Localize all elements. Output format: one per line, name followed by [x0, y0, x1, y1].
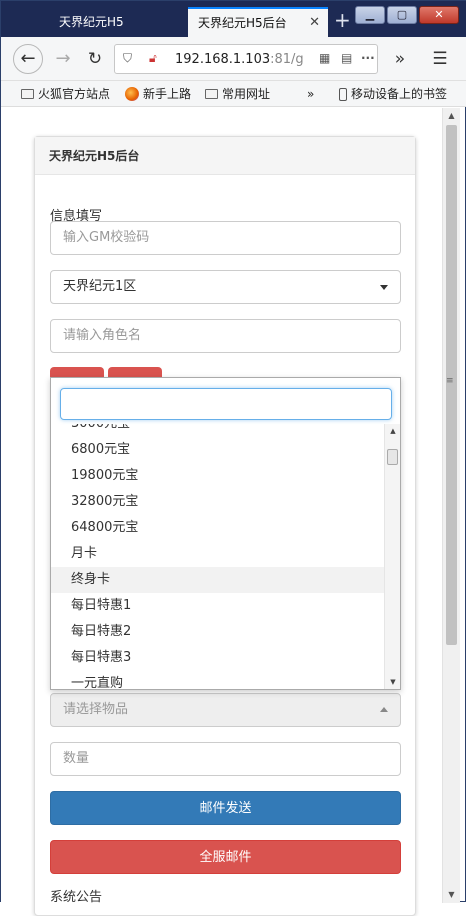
gm-code-placeholder: 输入GM校验码 [63, 230, 150, 245]
role-name-placeholder: 请输入角色名 [63, 328, 142, 343]
server-selected-value: 天界纪元1区 [63, 279, 137, 294]
url-bar[interactable]: ⛉ 🔓︎ 192.168.1.103:81/g ▦ ▤ ··· [114, 44, 378, 74]
dropdown-option[interactable]: 3000元宝 [51, 424, 384, 437]
dropdown-option[interactable]: 32800元宝 [51, 489, 384, 515]
dropdown-option[interactable]: 每日特惠1 [51, 593, 384, 619]
tab-title: 天界纪元H5后台 [198, 16, 287, 30]
page-actions-icon[interactable]: ··· [361, 51, 375, 65]
dropdown-option[interactable]: 每日特惠2 [51, 619, 384, 645]
dropdown-scrollbar[interactable]: ▲ ▼ [384, 424, 400, 689]
role-name-input[interactable]: 请输入角色名 [50, 319, 401, 353]
bookmark-label: 新手上路 [143, 87, 192, 101]
reader-view-icon[interactable]: ▤ [341, 51, 352, 65]
dropdown-options-list: 3000元宝 6800元宝 19800元宝 32800元宝 64800元宝 月卡… [51, 424, 384, 689]
nav-toolbar: ← → ↻ ⛉ 🔓︎ 192.168.1.103:81/g ▦ ▤ ··· » … [1, 37, 466, 81]
item-select[interactable]: 请选择物品 [50, 693, 401, 727]
bookmark-firefox-official[interactable]: 火狐官方站点 [21, 85, 110, 103]
qr-code-icon[interactable]: ▦ [319, 51, 330, 65]
chevron-right-icon: » [307, 87, 315, 101]
gm-code-input[interactable]: 输入GM校验码 [50, 221, 401, 255]
back-arrow-icon[interactable]: ← [13, 44, 43, 74]
reload-icon[interactable]: ↻ [80, 44, 110, 74]
chevron-down-icon [380, 285, 388, 290]
close-tab-icon[interactable]: ✕ [309, 9, 320, 37]
bookmark-label: 火狐官方站点 [38, 87, 111, 101]
title-bar: 天界纪元H5 天界纪元H5后台 ✕ + ▁ ▢ ✕ [1, 1, 466, 37]
browser-window: 天界纪元H5 天界纪元H5后台 ✕ + ▁ ▢ ✕ ← → ↻ ⛉ 🔓︎ 192… [0, 0, 466, 916]
bookmark-label: 常用网址 [222, 87, 271, 101]
item-dropdown: 3000元宝 6800元宝 19800元宝 32800元宝 64800元宝 月卡… [50, 377, 401, 690]
folder-icon [205, 89, 218, 99]
dropdown-option[interactable]: 64800元宝 [51, 515, 384, 541]
scrollbar-grip-icon: ≡ [446, 376, 454, 386]
quantity-placeholder: 数量 [63, 751, 90, 766]
maximize-icon[interactable]: ▢ [387, 6, 417, 24]
bookmarks-overflow-button[interactable]: » [307, 85, 314, 103]
bookmark-mobile[interactable]: 移动设备上的书签 [339, 85, 447, 103]
url-text: 192.168.1.103:81/g [175, 52, 315, 67]
dropdown-option[interactable]: 一元直购 [51, 671, 384, 689]
dropdown-option[interactable]: 每日特惠3 [51, 645, 384, 671]
page-scrollbar[interactable]: ▲ ≡ ▼ [442, 108, 460, 903]
dropdown-option[interactable]: 19800元宝 [51, 463, 384, 489]
item-select-placeholder: 请选择物品 [63, 702, 129, 717]
url-host: 192.168.1.103 [175, 52, 271, 67]
new-tab-button[interactable]: + [334, 9, 351, 31]
all-server-mail-button[interactable]: 全服邮件 [50, 840, 401, 874]
panel-title: 天界纪元H5后台 [35, 137, 415, 175]
bookmark-getting-started[interactable]: 新手上路 [125, 85, 191, 103]
dropdown-scrollbar-thumb[interactable] [387, 449, 398, 465]
chevron-up-icon [380, 707, 388, 712]
firefox-icon [125, 87, 139, 101]
minimize-icon[interactable]: ▁ [355, 6, 385, 24]
dropdown-option[interactable]: 6800元宝 [51, 437, 384, 463]
shield-icon[interactable]: ⛉ [123, 51, 132, 66]
tab-tianjie-h5[interactable]: 天界纪元H5 [49, 7, 187, 37]
bookmarks-bar: 火狐官方站点 新手上路 常用网址 » 移动设备上的书签 [1, 81, 466, 107]
quantity-input[interactable]: 数量 [50, 742, 401, 776]
forward-arrow-icon[interactable]: → [48, 44, 78, 74]
dropdown-option-highlighted[interactable]: 终身卡 [51, 567, 384, 593]
window-controls: ▁ ▢ ✕ [355, 6, 459, 24]
folder-icon [21, 89, 34, 99]
bookmark-common-sites[interactable]: 常用网址 [205, 85, 270, 103]
dropdown-option[interactable]: 月卡 [51, 541, 384, 567]
dropdown-search-input[interactable] [60, 388, 392, 420]
scroll-up-icon[interactable]: ▲ [443, 108, 460, 124]
insecure-lock-icon[interactable]: 🔓︎ [149, 51, 157, 66]
tab-title: 天界纪元H5 [59, 15, 124, 29]
scroll-up-icon[interactable]: ▲ [385, 424, 401, 438]
toolbar-overflow-icon[interactable]: » [385, 44, 415, 74]
scroll-down-icon[interactable]: ▼ [443, 887, 460, 903]
tab-tianjie-h5-admin[interactable]: 天界纪元H5后台 ✕ [188, 7, 328, 37]
send-mail-button[interactable]: 邮件发送 [50, 791, 401, 825]
url-path: :81/g [270, 52, 304, 67]
section-label-announcement: 系统公告 [50, 890, 103, 905]
mobile-phone-icon [339, 87, 347, 101]
close-window-icon[interactable]: ✕ [419, 6, 459, 24]
bookmark-label: 移动设备上的书签 [351, 87, 448, 101]
scroll-down-icon[interactable]: ▼ [385, 675, 401, 689]
hamburger-menu-icon[interactable]: ☰ [425, 44, 455, 74]
server-select[interactable]: 天界纪元1区 [50, 270, 401, 304]
